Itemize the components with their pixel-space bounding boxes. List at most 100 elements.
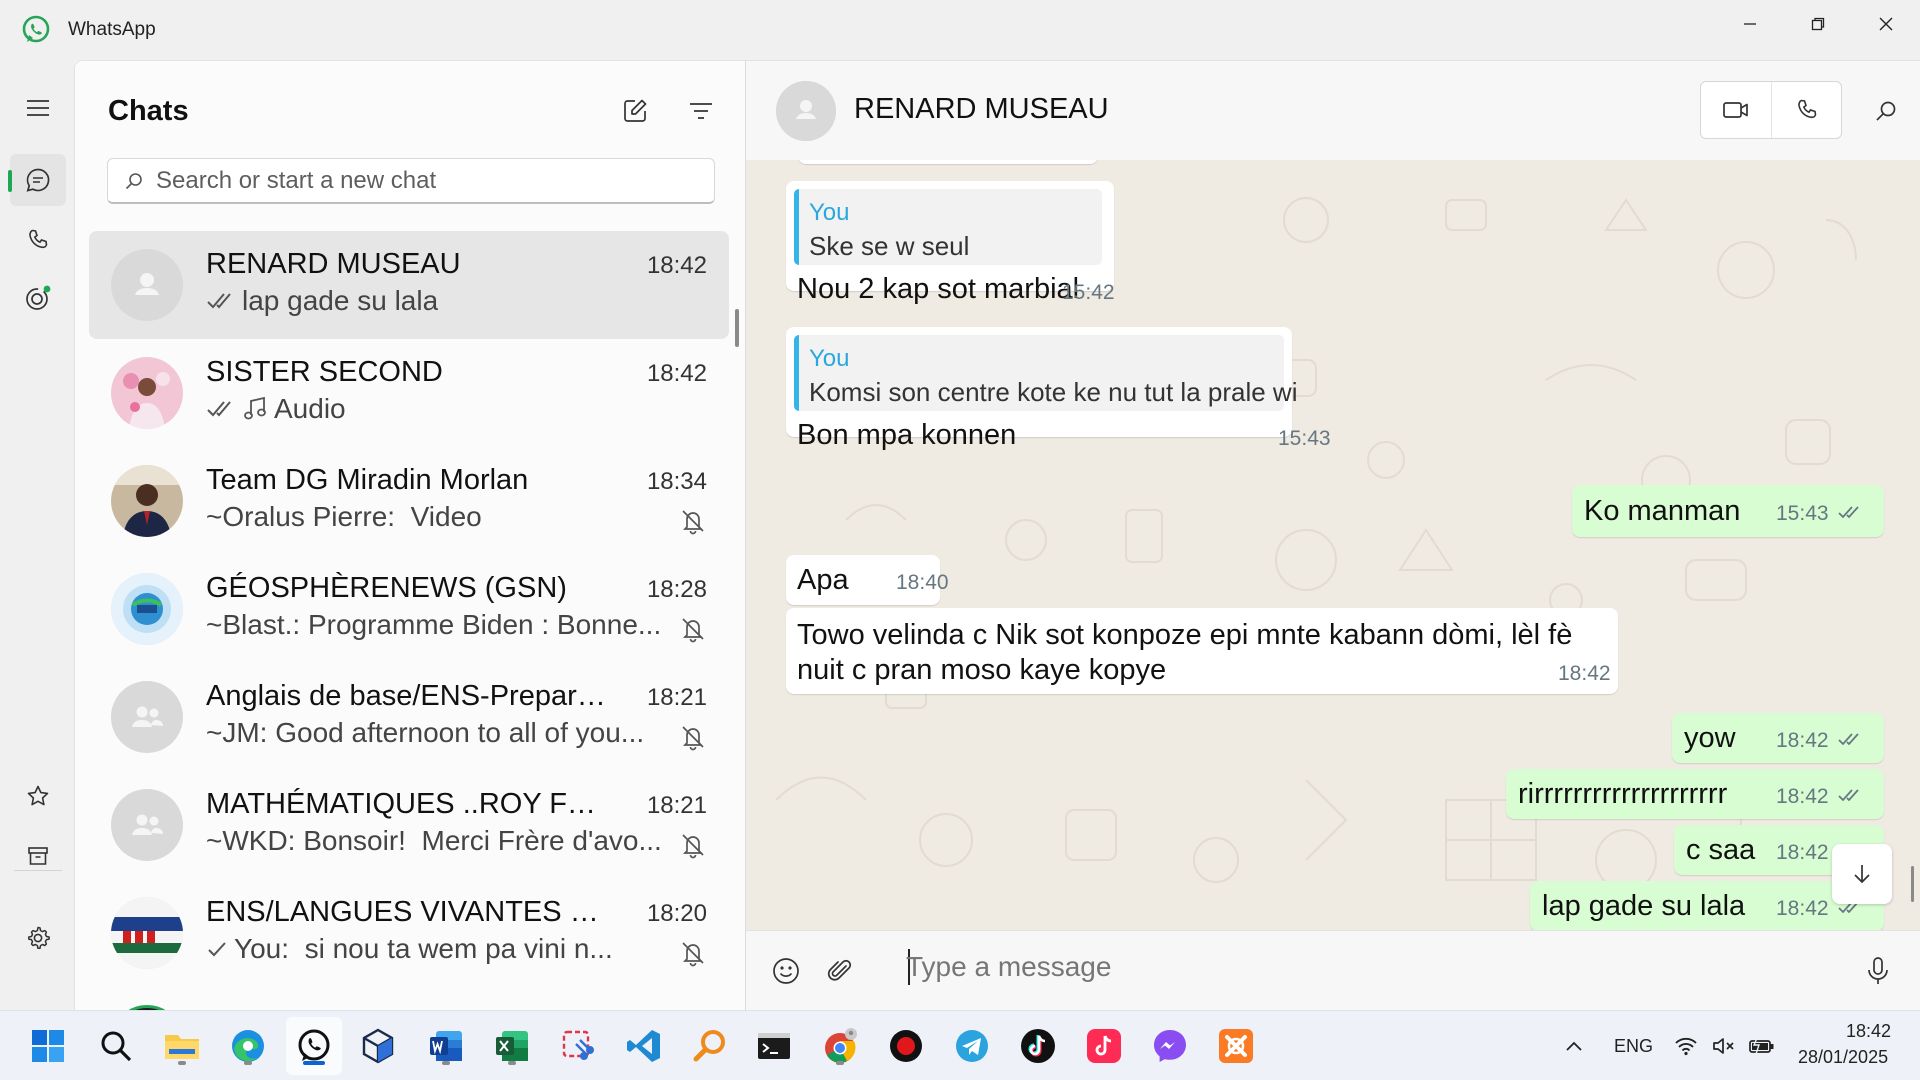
chat-list-item[interactable]: ENS/LANGUES VIVANTES (20... 18:20 You: s… — [89, 879, 729, 987]
minimize-button[interactable] — [1716, 0, 1784, 48]
read-receipt-icon — [1838, 789, 1859, 802]
quoted-text: Ske se w seul — [809, 231, 970, 261]
window-title: WhatsApp — [68, 19, 156, 40]
menu-button[interactable] — [10, 82, 66, 134]
taskbar-tiktok-studio[interactable] — [1082, 1024, 1126, 1068]
rail-archived-button[interactable] — [10, 830, 66, 882]
hamburger-menu-icon — [27, 100, 49, 116]
contact-name[interactable]: RENARD MUSEAU — [854, 93, 1109, 126]
message-bubble[interactable]: yow 18:42 — [1672, 713, 1884, 763]
voice-message-button[interactable] — [1858, 951, 1898, 991]
avatar — [111, 573, 183, 645]
taskbar-word[interactable] — [424, 1024, 468, 1068]
quoted-author: You — [809, 345, 850, 372]
rail-status-button[interactable] — [10, 272, 66, 324]
message-bubble[interactable]: You Komsi son centre kote ke nu tut la p… — [786, 327, 1331, 451]
message-bubble[interactable]: lap gade su lala 18:42 — [1530, 881, 1884, 930]
taskbar-magnifier-app[interactable] — [688, 1024, 732, 1068]
record-icon — [890, 1030, 922, 1062]
rail-chats-button[interactable] — [8, 154, 66, 206]
video-call-button[interactable] — [1701, 82, 1771, 138]
language-indicator[interactable]: ENG — [1614, 1036, 1653, 1057]
battery-charging-icon — [1749, 1037, 1774, 1055]
tray-volume[interactable] — [1706, 1024, 1742, 1068]
magnifier-icon — [693, 1030, 725, 1062]
chat-list-scrollbar[interactable] — [735, 309, 739, 347]
scroll-to-bottom-button[interactable] — [1832, 844, 1892, 904]
message-text: rirrrrrrrrrrrrrrrrrrrr — [1518, 778, 1728, 810]
arrow-down-icon — [1854, 865, 1870, 884]
quoted-message[interactable]: You Ske se w seul — [794, 189, 1102, 265]
message-bubble[interactable]: Ko manman 15:43 — [1572, 485, 1884, 537]
filter-chats-button[interactable] — [681, 91, 721, 131]
chat-search-input[interactable]: Search or start a new chat — [107, 158, 715, 204]
chat-bubble-icon — [26, 168, 50, 192]
taskbar-whatsapp[interactable] — [292, 1024, 336, 1068]
quoted-text: Komsi son centre kote ke nu tut la prale… — [809, 377, 1298, 407]
message-text: Towo velinda c Nik sot konpoze epi mnte … — [797, 619, 1573, 651]
contact-photo-icon — [111, 573, 183, 645]
chat-list-item[interactable] — [89, 987, 729, 1011]
rail-settings-button[interactable] — [10, 912, 66, 964]
taskbar-xampp[interactable] — [1214, 1024, 1258, 1068]
clock-date[interactable]: 28/01/2025 — [1798, 1047, 1888, 1068]
attach-button[interactable] — [820, 951, 860, 991]
taskbar-snipping-tool[interactable] — [556, 1024, 600, 1068]
chat-list-item[interactable]: GÉOSPHÈRENEWS (GSN) 18:28 ~Blast.: Progr… — [89, 555, 729, 663]
message-bubble[interactable]: Towo velinda c Nik sot konpoze epi mnte … — [786, 608, 1618, 694]
chat-list-item[interactable]: RENARD MUSEAU 18:42 lap gade su lala — [89, 231, 729, 339]
message-composer: Type a message — [746, 930, 1920, 1010]
chat-list-item[interactable]: Team DG Miradin Morlan 18:34 ~Oralus Pie… — [89, 447, 729, 555]
double-check-icon — [207, 293, 231, 309]
message-bubble[interactable]: Apa 18:40 — [786, 555, 949, 605]
message-text: c saa — [1686, 834, 1756, 866]
muted-bell-icon — [682, 834, 704, 859]
close-window-button[interactable] — [1852, 0, 1920, 48]
taskbar-excel[interactable] — [490, 1024, 534, 1068]
taskbar-telegram[interactable] — [950, 1024, 994, 1068]
tiktok-icon — [1021, 1029, 1055, 1063]
taskbar-chrome[interactable] — [818, 1024, 862, 1068]
chat-preview: ~WKD: Bonsoir! Merci Frère d'avo... — [206, 825, 662, 856]
taskbar-file-explorer[interactable] — [160, 1024, 204, 1068]
taskbar-record-app[interactable] — [884, 1024, 928, 1068]
emoji-button[interactable] — [766, 951, 806, 991]
tray-wifi[interactable] — [1668, 1024, 1704, 1068]
contact-avatar[interactable] — [776, 81, 836, 141]
taskbar-vscode[interactable] — [622, 1024, 666, 1068]
voice-call-button[interactable] — [1771, 82, 1841, 138]
message-bubble[interactable] — [798, 160, 1098, 164]
start-button[interactable] — [26, 1024, 70, 1068]
chat-list-panel: Chats Search or start a new chat RENARD … — [74, 60, 746, 1011]
chat-list-item[interactable]: Anglais de base/ENS-Prepara... 18:21 ~JM… — [89, 663, 729, 771]
conversation-scrollbar[interactable] — [1911, 866, 1914, 902]
avatar — [111, 357, 183, 429]
message-input[interactable]: Type a message — [906, 951, 1806, 983]
chat-list-item[interactable]: MATHÉMATIQUES ..ROY Faus... 18:21 ~WKD: … — [89, 771, 729, 879]
tray-battery[interactable] — [1744, 1024, 1780, 1068]
avatar — [111, 681, 183, 753]
search-in-chat-button[interactable] — [1866, 91, 1906, 131]
message-text: Apa — [797, 564, 849, 596]
taskbar-edge[interactable] — [226, 1024, 270, 1068]
quoted-message[interactable]: You Komsi son centre kote ke nu tut la p… — [794, 335, 1297, 411]
chats-heading: Chats — [108, 95, 189, 127]
chat-list-item[interactable]: SISTER SECOND 18:42 Audio — [89, 339, 729, 447]
taskbar-messenger[interactable] — [1148, 1024, 1192, 1068]
taskbar-search-button[interactable] — [94, 1024, 138, 1068]
message-list: You Ske se w seul Nou 2 kap sot marbial … — [746, 160, 1920, 930]
taskbar-terminal[interactable] — [752, 1024, 796, 1068]
taskbar-tiktok[interactable] — [1016, 1024, 1060, 1068]
restore-button[interactable] — [1784, 0, 1852, 48]
new-chat-button[interactable] — [615, 91, 655, 131]
rail-calls-button[interactable] — [10, 214, 66, 266]
taskbar-cube-app[interactable] — [356, 1024, 400, 1068]
message-bubble[interactable]: You Ske se w seul Nou 2 kap sot marbial … — [786, 181, 1115, 305]
clock-time[interactable]: 18:42 — [1846, 1021, 1891, 1042]
show-hidden-icons-button[interactable] — [1552, 1024, 1596, 1068]
compose-icon — [624, 99, 647, 122]
default-person-icon — [111, 249, 183, 321]
rail-starred-button[interactable] — [10, 770, 66, 822]
avatar — [111, 897, 183, 969]
message-bubble[interactable]: rirrrrrrrrrrrrrrrrrrrr 18:42 — [1506, 769, 1884, 819]
